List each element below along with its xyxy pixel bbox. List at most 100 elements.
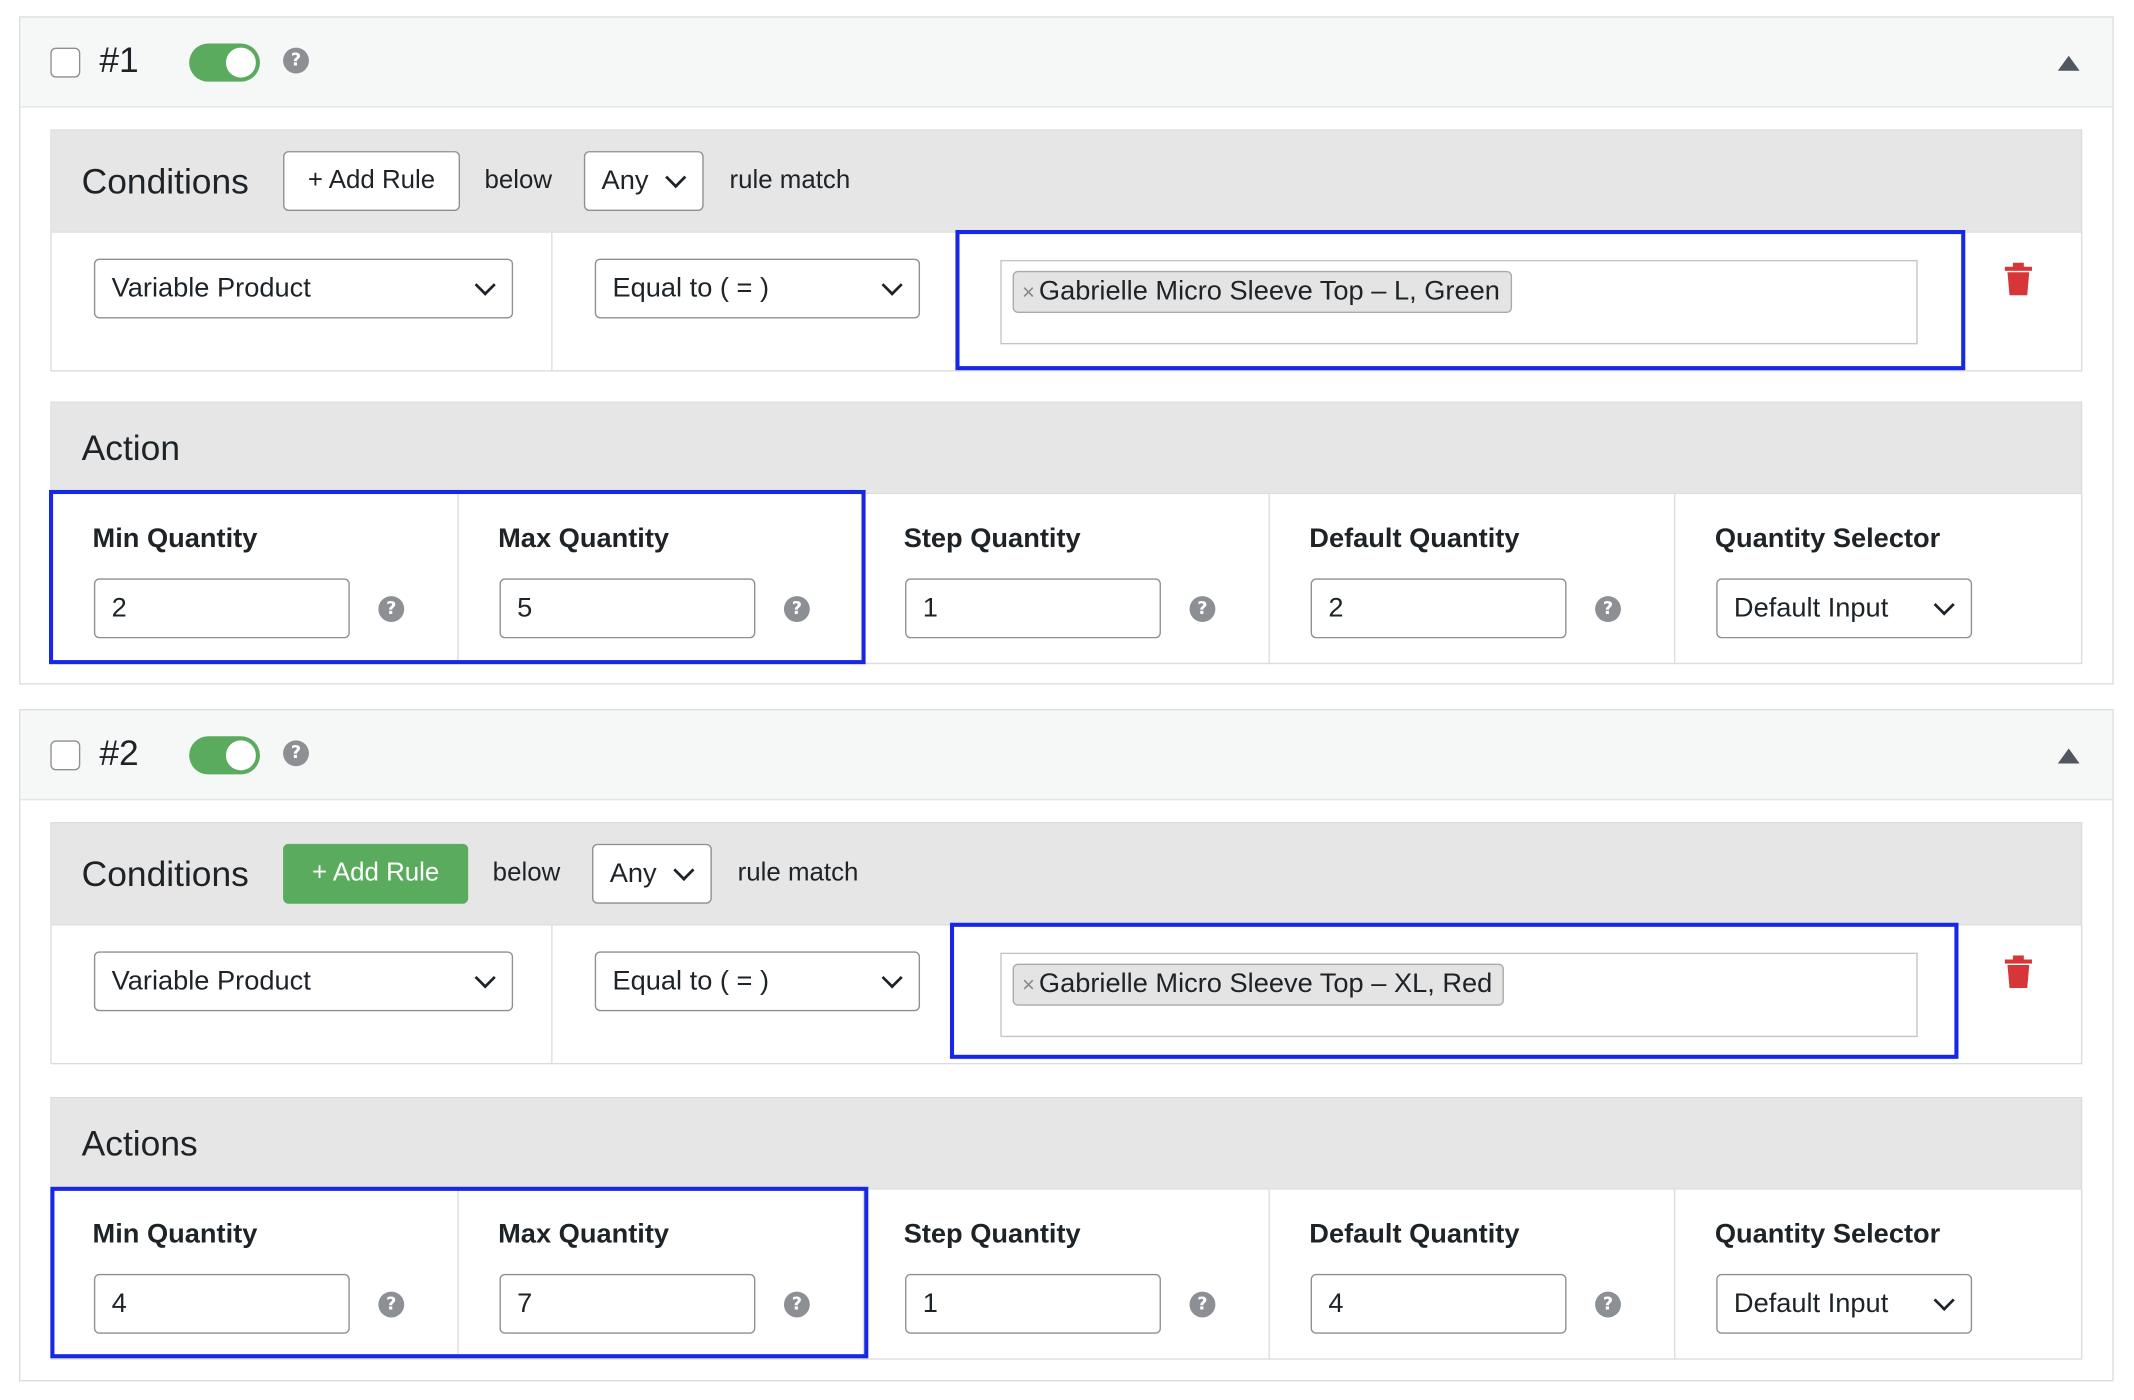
match-type-select[interactable]: Any bbox=[592, 843, 712, 904]
product-tags-input[interactable]: × Gabrielle Micro Sleeve Top – L, Green bbox=[1000, 259, 1918, 345]
rule-match-label: rule match bbox=[729, 166, 851, 195]
condition-row: Variable Product Equal to ( = ) × Gabriel… bbox=[51, 230, 2081, 371]
chevron-down-icon bbox=[474, 274, 496, 296]
max-quantity-field: Max Quantity 7 ? bbox=[457, 1190, 863, 1361]
divider bbox=[551, 925, 553, 1063]
help-icon[interactable]: ? bbox=[378, 1291, 405, 1318]
rule-number: #2 bbox=[99, 732, 139, 774]
rule-card-1: #1 ? Conditions + Add Rule below Any rul… bbox=[19, 16, 2114, 685]
min-quantity-field: Min Quantity 2 ? bbox=[52, 494, 458, 665]
rule-match-label: rule match bbox=[737, 858, 859, 888]
actions-header: Actions bbox=[51, 1098, 2081, 1189]
action-panel: Action Min Quantity 2 ? Max Quantity 5 ?… bbox=[48, 401, 2083, 665]
trash-icon[interactable] bbox=[2004, 262, 2032, 302]
help-icon[interactable]: ? bbox=[378, 596, 405, 622]
collapse-triangle-icon[interactable] bbox=[2057, 55, 2080, 71]
match-type-value: Any bbox=[609, 858, 657, 889]
help-icon[interactable]: ? bbox=[1189, 596, 1216, 622]
rule-select-checkbox[interactable] bbox=[50, 740, 81, 771]
help-icon[interactable]: ? bbox=[1189, 1291, 1216, 1318]
conditions-title: Conditions bbox=[81, 853, 249, 895]
quantity-selector-select[interactable]: Default Input bbox=[1716, 1273, 1973, 1334]
product-tags-input[interactable]: × Gabrielle Micro Sleeve Top – XL, Red bbox=[1000, 952, 1918, 1038]
chevron-down-icon bbox=[1933, 594, 1955, 616]
trash-icon[interactable] bbox=[2004, 955, 2032, 994]
step-quantity-label: Step Quantity bbox=[903, 523, 1081, 554]
divider bbox=[551, 232, 553, 371]
step-quantity-field: Step Quantity 1 ? bbox=[863, 494, 1269, 665]
min-quantity-input[interactable]: 4 bbox=[93, 1273, 350, 1334]
product-type-value: Variable Product bbox=[111, 273, 311, 304]
quantity-selector-value: Default Input bbox=[1733, 1288, 1889, 1319]
default-quantity-label: Default Quantity bbox=[1309, 1219, 1520, 1250]
add-rule-button[interactable]: + Add Rule bbox=[283, 843, 469, 904]
chevron-down-icon bbox=[474, 967, 496, 989]
tag-remove-icon[interactable]: × bbox=[1022, 282, 1035, 305]
default-quantity-input[interactable]: 2 bbox=[1310, 578, 1567, 639]
below-label: below bbox=[492, 858, 561, 888]
quantity-rules-editor: #1 ? Conditions + Add Rule below Any rul… bbox=[0, 0, 2134, 1400]
conditions-title: Conditions bbox=[81, 160, 249, 202]
condition-row: Variable Product Equal to ( = ) × Gabriel… bbox=[51, 922, 2081, 1063]
action-row: Min Quantity 4 ? Max Quantity 7 ? Step Q… bbox=[50, 1186, 2081, 1361]
step-quantity-field: Step Quantity 1 ? bbox=[863, 1190, 1269, 1361]
toggle-knob bbox=[225, 47, 256, 78]
rule-select-checkbox[interactable] bbox=[50, 47, 81, 78]
default-quantity-field: Default Quantity 2 ? bbox=[1268, 494, 1674, 665]
product-tag: × Gabrielle Micro Sleeve Top – XL, Red bbox=[1012, 963, 1505, 1006]
operator-select[interactable]: Equal to ( = ) bbox=[594, 951, 921, 1012]
rule-header: #1 ? bbox=[20, 17, 2113, 108]
help-icon[interactable]: ? bbox=[783, 1291, 810, 1318]
step-quantity-input[interactable]: 1 bbox=[905, 1273, 1161, 1334]
add-rule-button[interactable]: + Add Rule bbox=[283, 151, 461, 211]
chevron-down-icon bbox=[673, 859, 695, 881]
help-icon[interactable]: ? bbox=[783, 596, 810, 622]
max-quantity-input[interactable]: 7 bbox=[499, 1273, 756, 1334]
rule-card-2: #2 ? Conditions + Add Rule below Any rul… bbox=[19, 709, 2114, 1382]
default-quantity-input[interactable]: 4 bbox=[1310, 1273, 1567, 1334]
quantity-selector-select[interactable]: Default Input bbox=[1716, 578, 1973, 639]
max-quantity-label: Max Quantity bbox=[498, 1219, 670, 1250]
min-quantity-label: Min Quantity bbox=[92, 1219, 258, 1250]
quantity-selector-field: Quantity Selector Default Input bbox=[1674, 1190, 2080, 1361]
product-type-select[interactable]: Variable Product bbox=[93, 258, 514, 319]
chevron-down-icon bbox=[881, 274, 903, 296]
tag-label: Gabrielle Micro Sleeve Top – L, Green bbox=[1038, 276, 1500, 307]
conditions-header: Conditions + Add Rule below Any rule mat… bbox=[51, 130, 2081, 232]
conditions-panel: Conditions + Add Rule below Any rule mat… bbox=[50, 129, 2083, 372]
rule-enabled-toggle[interactable] bbox=[189, 43, 260, 82]
quantity-selector-label: Quantity Selector bbox=[1714, 1219, 1941, 1250]
conditions-header: Conditions + Add Rule below Any rule mat… bbox=[51, 823, 2081, 925]
product-tag: × Gabrielle Micro Sleeve Top – L, Green bbox=[1012, 270, 1513, 314]
min-quantity-input[interactable]: 2 bbox=[93, 578, 350, 639]
operator-select[interactable]: Equal to ( = ) bbox=[594, 258, 921, 319]
max-quantity-label: Max Quantity bbox=[498, 523, 670, 554]
operator-value: Equal to ( = ) bbox=[612, 966, 770, 997]
max-quantity-field: Max Quantity 5 ? bbox=[457, 494, 863, 665]
actions-panel: Actions Min Quantity 4 ? Max Quantity 7 … bbox=[50, 1096, 2083, 1361]
quantity-selector-value: Default Input bbox=[1733, 593, 1889, 624]
action-row: Min Quantity 2 ? Max Quantity 5 ? Step Q… bbox=[48, 489, 2081, 665]
help-icon[interactable]: ? bbox=[1595, 596, 1621, 622]
max-quantity-input[interactable]: 5 bbox=[499, 578, 756, 639]
chevron-down-icon bbox=[665, 167, 687, 189]
tag-label: Gabrielle Micro Sleeve Top – XL, Red bbox=[1038, 969, 1493, 999]
product-type-select[interactable]: Variable Product bbox=[93, 951, 514, 1012]
help-icon[interactable]: ? bbox=[283, 740, 309, 767]
help-icon[interactable]: ? bbox=[1595, 1291, 1621, 1318]
collapse-triangle-icon[interactable] bbox=[2057, 748, 2080, 764]
quantity-selector-label: Quantity Selector bbox=[1714, 523, 1941, 554]
help-icon[interactable]: ? bbox=[283, 47, 309, 74]
quantity-selector-field: Quantity Selector Default Input bbox=[1674, 494, 2080, 665]
match-type-value: Any bbox=[601, 166, 649, 196]
default-quantity-field: Default Quantity 4 ? bbox=[1268, 1190, 1674, 1361]
rule-enabled-toggle[interactable] bbox=[189, 736, 260, 775]
step-quantity-input[interactable]: 1 bbox=[905, 578, 1161, 639]
match-type-select[interactable]: Any bbox=[583, 151, 704, 211]
tag-remove-icon[interactable]: × bbox=[1022, 974, 1035, 997]
below-label: below bbox=[484, 166, 553, 195]
rule-number: #1 bbox=[99, 39, 139, 81]
toggle-knob bbox=[225, 740, 256, 771]
trash-svg bbox=[2004, 262, 2032, 296]
conditions-panel: Conditions + Add Rule below Any rule mat… bbox=[50, 822, 2083, 1065]
